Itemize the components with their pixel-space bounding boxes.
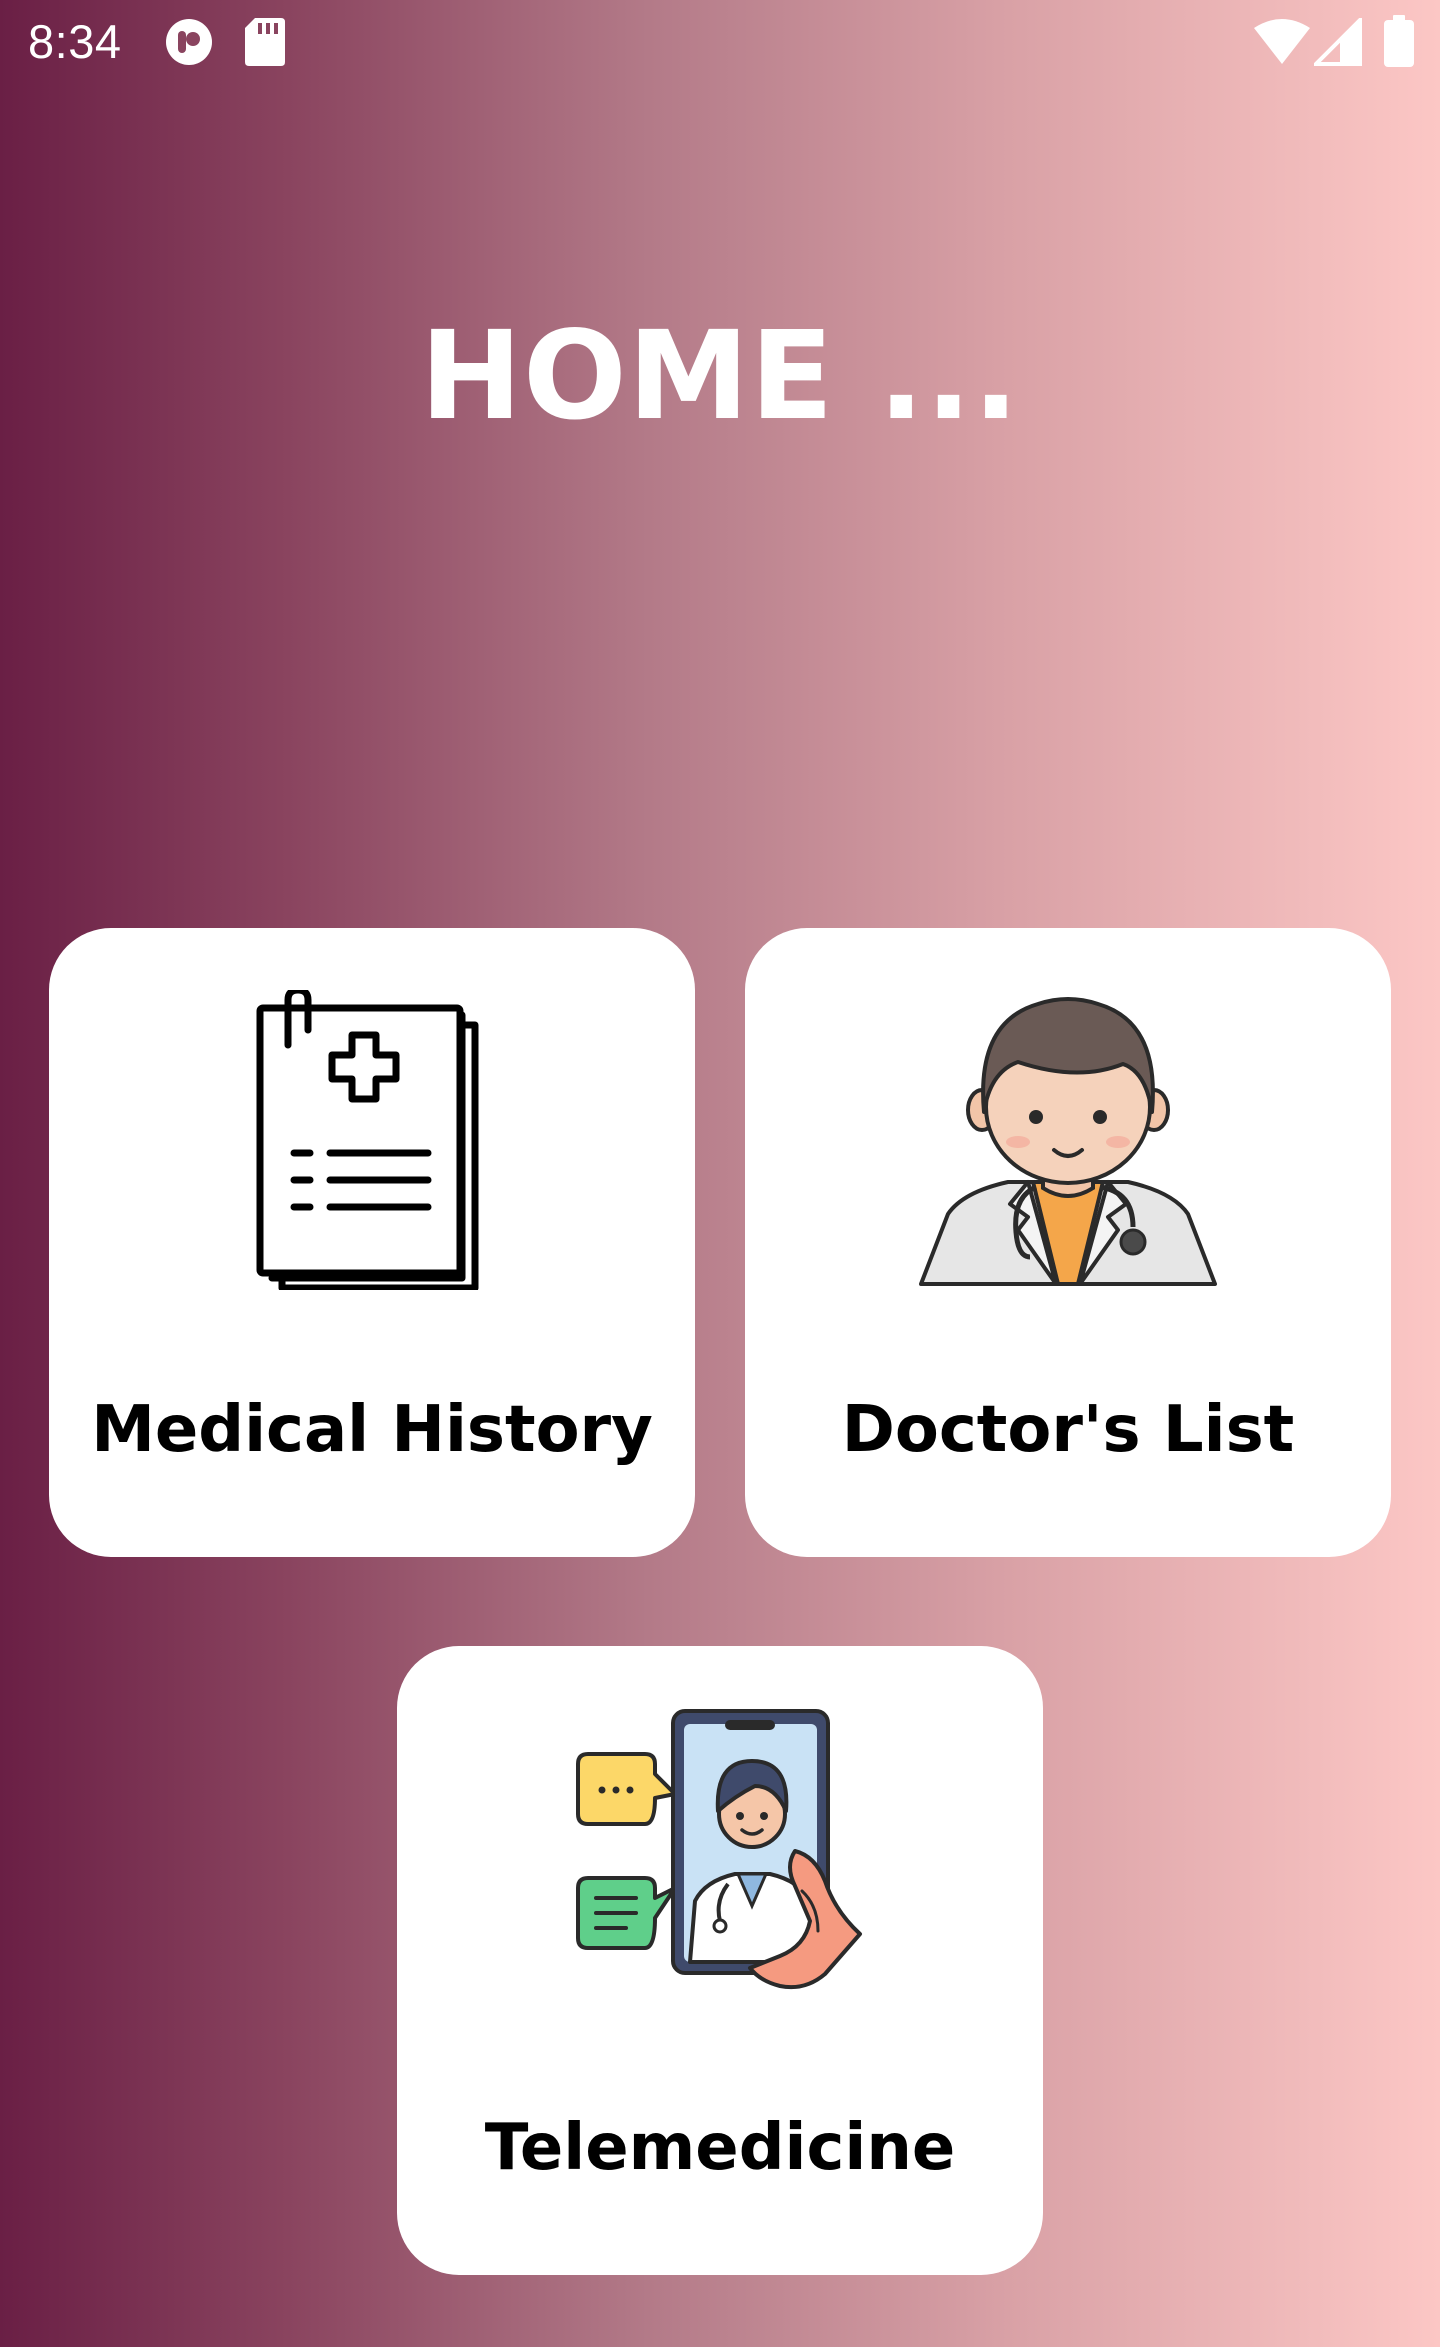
telemedicine-icon	[576, 1709, 862, 1990]
wifi-icon	[1254, 19, 1310, 64]
status-time: 8:34	[28, 15, 122, 68]
medical-record-icon	[256, 990, 479, 1290]
media-app-icon	[166, 19, 212, 65]
medical-history-label: Medical History	[91, 1393, 653, 1467]
cell-signal-icon	[1314, 18, 1362, 66]
medical-history-card[interactable]: Medical History	[49, 928, 695, 1557]
telemedicine-card[interactable]: Telemedicine	[397, 1646, 1043, 2275]
doctors-list-label: Doctor's List	[841, 1393, 1295, 1467]
status-bar: 8:34	[0, 0, 1440, 84]
page-title: HOME ...	[419, 305, 1021, 447]
sd-card-icon	[245, 18, 285, 66]
battery-icon	[1384, 15, 1414, 67]
doctors-list-card[interactable]: Doctor's List	[745, 928, 1391, 1557]
doctor-icon	[919, 997, 1217, 1286]
telemedicine-label: Telemedicine	[484, 2111, 956, 2185]
